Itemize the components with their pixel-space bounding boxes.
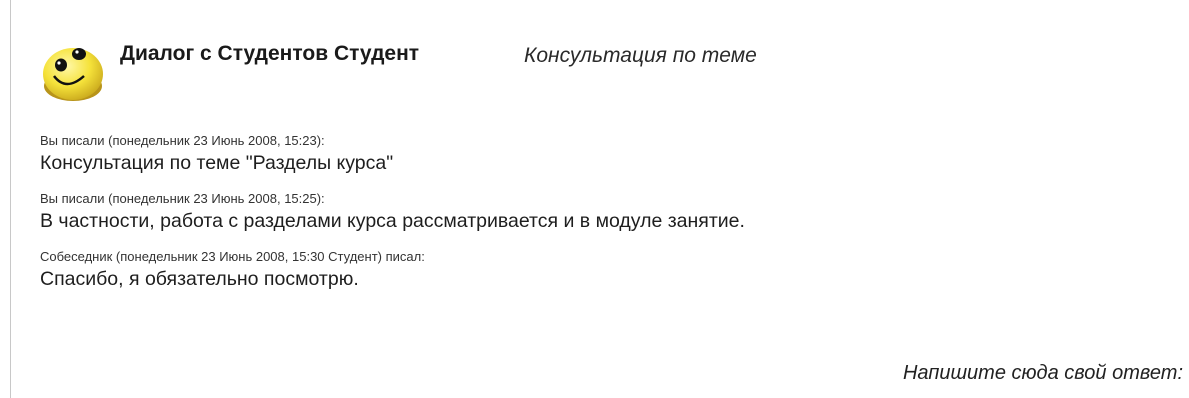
dialog-subject: Консультация по теме — [524, 44, 757, 67]
message-meta: Собеседник (понедельник 23 Июнь 2008, 15… — [40, 249, 425, 264]
message-item: Вы писали (понедельник 23 Июнь 2008, 15:… — [40, 132, 1160, 176]
message-text: В частности, работа с разделами курса ра… — [40, 210, 745, 232]
left-divider — [10, 0, 11, 398]
reply-prompt-label: Напишите сюда свой ответ: — [902, 362, 1183, 384]
message-meta: Вы писали (понедельник 23 Июнь 2008, 15:… — [40, 133, 325, 148]
message-text: Спасибо, я обязательно посмотрю. — [40, 268, 359, 290]
dialog-title: Диалог с Студентов Студент — [120, 42, 420, 65]
smiley-face-icon — [40, 40, 106, 106]
message-list: Вы писали (понедельник 23 Июнь 2008, 15:… — [40, 132, 1160, 306]
dialog-header: Диалог с Студентов Студент Консультация … — [40, 36, 1140, 112]
message-item: Вы писали (понедельник 23 Июнь 2008, 15:… — [40, 190, 1160, 234]
message-meta: Вы писали (понедельник 23 Июнь 2008, 15:… — [40, 191, 325, 206]
message-text: Консультация по теме "Разделы курса" — [40, 152, 394, 174]
message-item: Собеседник (понедельник 23 Июнь 2008, 15… — [40, 248, 1160, 292]
